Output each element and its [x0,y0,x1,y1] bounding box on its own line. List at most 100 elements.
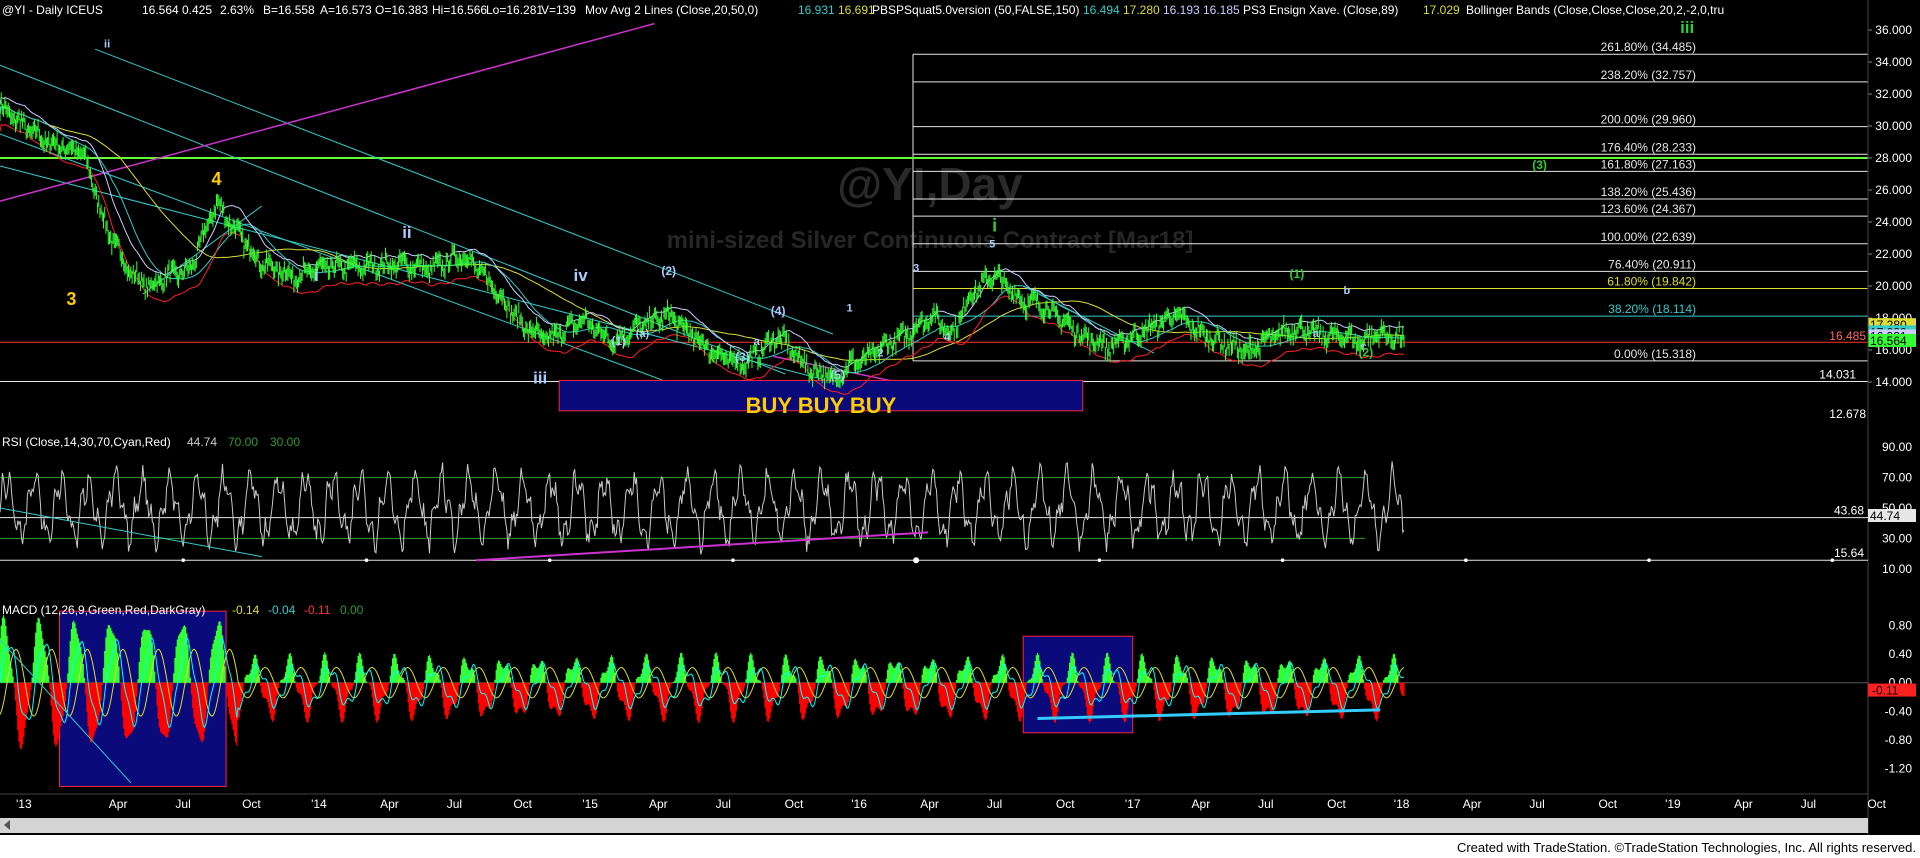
time-axis-label: Oct [242,797,261,811]
time-axis-label: Oct [1598,797,1617,811]
price-tick-label: 26.000 [1875,183,1912,197]
header-item: Mov Avg 2 Lines (Close,20,50,0) [585,3,758,17]
time-axis-label: Jul [175,797,190,811]
time-axis-label: '19 [1665,797,1681,811]
price-tick-label: 20.000 [1875,279,1912,293]
wave-label: 5 [989,239,995,251]
header-item: 17.280 [1123,3,1160,17]
macd-tick-label: -0.80 [1885,733,1913,747]
header-item: Lo=16.281 [486,3,543,17]
macd-value: -0.04 [268,603,296,617]
rsi-os-value: 30.00 [270,435,300,449]
rsi-tick-label: 70.00 [1882,471,1912,485]
low-level-label: 14.031 [1819,368,1856,382]
time-axis-label: '14 [311,797,327,811]
fib-label: 100.00% (22.639) [1601,230,1696,244]
rsi-label: RSI (Close,14,30,70,Cyan,Red) [2,435,171,449]
wave-label: i [314,266,319,285]
header-item: 16.185 [1203,3,1240,17]
macd-panel: MACD (12,26,9,Green,Red,DarkGray) -0.14 -0… [0,603,1916,787]
wave-label: ii [1242,344,1252,364]
fib-label: 0.00% (15.318) [1614,347,1696,361]
wave-label: iii [533,369,547,388]
price-tick-label: 14.000 [1875,375,1912,389]
header-item: @YI - Daily ICEUS [2,3,103,17]
channel-line [95,48,834,335]
wave-label: a [754,336,761,348]
wave-label: (3) [1532,158,1547,172]
fib-label: 161.80% (27.163) [1601,157,1696,171]
footer-bar: Created with TradeStation. ©TradeStation… [0,835,1920,858]
wave-label: (2) [661,264,676,278]
rsi-dot [547,558,552,563]
rsi-panel: 43.68 15.64 RSI (Close,14,30,70,Cyan,Red) 4… [0,435,1916,576]
rsi-dot [364,558,369,563]
fib-label: 238.20% (32.757) [1601,68,1696,82]
time-axis-label: Oct [1056,797,1075,811]
chart-header: @YI - Daily ICEUS 16.564 0.425 2.63% B=16.55… [2,3,1724,17]
buy-text: BUY BUY BUY [746,393,897,418]
scrollbar-track [0,818,1868,833]
macd-value: -0.11 [304,603,331,617]
red-level-label: 16.485 [1829,329,1866,343]
wave-label: 4 [944,331,951,343]
wave-label: (1) [611,334,626,348]
fib-label: 261.80% (34.485) [1601,40,1696,54]
header-item: 16.564 [142,3,179,17]
header-item: Bollinger Bands (Close,Close,Close,20,2,… [1466,3,1724,17]
time-axis-label: Apr [380,797,399,811]
tradestation-chart: @YI,Day mini-sized Silver Continuous Cont… [0,0,1920,858]
wave-label: 4 [212,169,222,189]
rsi-tick-label: 10.00 [1882,562,1912,576]
header-item: 17.029 [1423,3,1460,17]
time-axis-label: Jul [1801,797,1816,811]
wave-label: iii [1680,18,1694,37]
macd-tick-label: -1.20 [1885,762,1913,776]
watermark-description: mini-sized Silver Continuous Contract [M… [667,227,1194,254]
wave-label: 3 [913,263,919,275]
rsi-tag-label: 44.74 [1870,509,1900,523]
rsi-line [0,461,1405,555]
fib-label: 38.20% (18.114) [1608,302,1696,316]
rsi-tick-label: 90.00 [1882,440,1912,454]
rsi-trend-line [0,507,262,558]
rsi-dot [181,558,186,563]
fib-label: 76.40% (20.911) [1608,257,1696,271]
time-axis-label: Jul [1529,797,1544,811]
macd-label: MACD (12,26,9,Green,Red,DarkGray) [2,603,205,617]
wave-label: i [992,216,997,236]
time-axis-label: '18 [1394,797,1410,811]
header-item: 16.691 [838,3,875,17]
time-axis-label: Jul [447,797,462,811]
wave-label: 3 [66,289,76,309]
rsi-tick-label: 30.00 [1882,531,1912,545]
time-axis-label: Apr [1192,797,1211,811]
wave-label: 1 [846,303,852,315]
wave-label: ii [104,39,110,51]
time-axis-label: Apr [1734,797,1753,811]
time-axis-label: '15 [582,797,598,811]
header-item: 0.425 [182,3,212,17]
time-axis-label: Apr [1463,797,1482,811]
macd-tick-label: 0.40 [1889,647,1913,661]
fib-label: 200.00% (29.960) [1601,113,1696,127]
time-axis-label: Apr [920,797,939,811]
wave-label: a [1313,328,1320,340]
trend-line [1023,285,1155,354]
macd-value: -0.14 [232,603,260,617]
fib-label: 123.60% (24.367) [1601,202,1696,216]
rsi-dot [731,558,735,563]
header-item: A=16.573 [320,3,372,17]
wave-label: (a) [636,328,650,340]
macd-tag-label: -0.11 [1872,684,1899,698]
rsi-dot [1280,558,1285,563]
rsi-dot [1097,558,1102,563]
time-axis-label: '13 [16,797,32,811]
time-axis-label: Jul [716,797,731,811]
time-axis-label: Jul [1258,797,1273,811]
header-item: Hi=16.566 [432,3,487,17]
macd-value: 0.00 [340,603,364,617]
fib-label: 176.40% (28.233) [1601,140,1696,154]
header-item: PS3 Ensign Xave. (Close,89) [1243,3,1398,17]
time-axis-label: Oct [1867,797,1886,811]
